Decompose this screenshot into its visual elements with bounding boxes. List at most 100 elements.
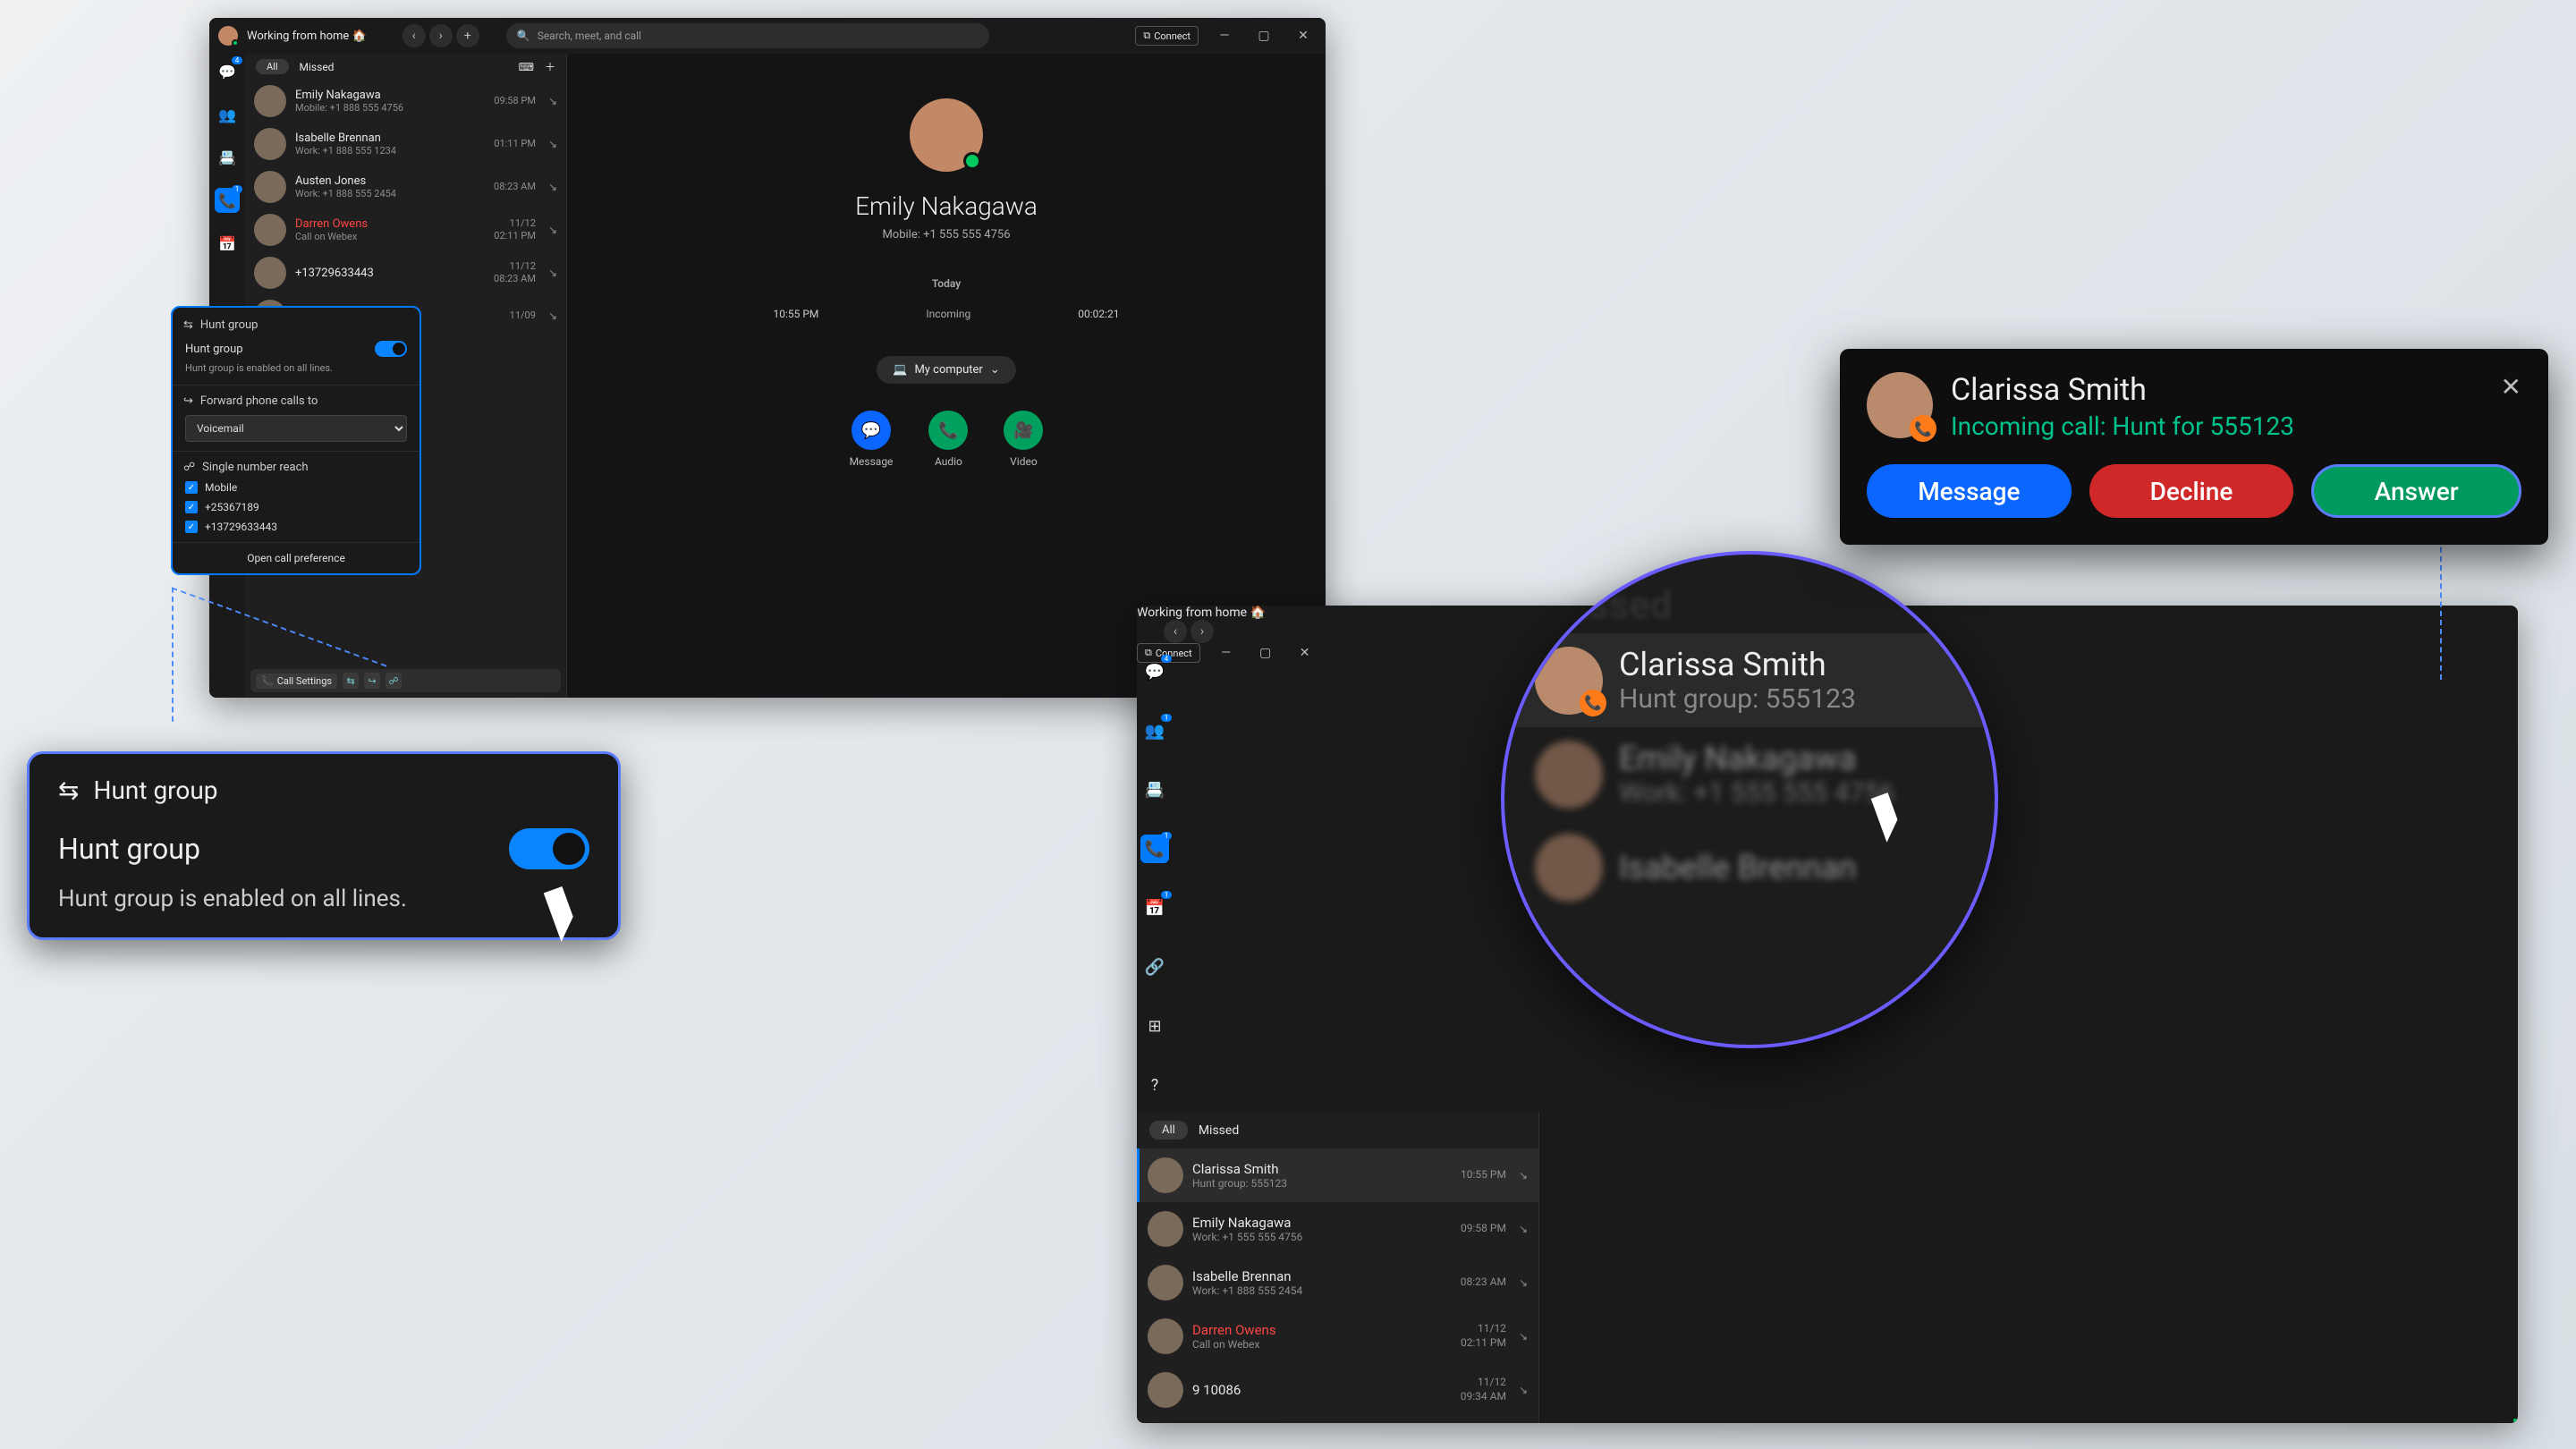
window-maximize[interactable]: ▢ [1250,29,1277,43]
call-row[interactable]: Isabelle Brennan Work: +1 888 555 2454 0… [1137,1256,1538,1309]
rail-calling[interactable]: 📞1 [1140,835,1169,863]
call-row[interactable]: Emily Nakagawa Work: +1 555 555 4756 09:… [1137,1202,1538,1256]
close-toast-button[interactable]: ✕ [2501,372,2521,402]
window-minimize[interactable]: — [1213,646,1240,660]
today-label: Today [932,277,961,290]
contact-name: Austen Jones [295,174,485,188]
call-row[interactable]: 9 10086 11/1209:34 AM ↘ [1137,1363,1538,1417]
rail-teams[interactable]: 👥1 [1140,716,1169,745]
nav-back[interactable]: ‹ [402,24,426,47]
self-avatar[interactable] [218,26,238,46]
toast-decline-button[interactable]: Decline [2089,464,2294,518]
presence-dot [2512,1417,2518,1423]
call-time: 01:11 PM [494,138,536,150]
call-direction-icon: ↘ [1519,1169,1528,1182]
tab-all[interactable]: All [1149,1121,1188,1140]
rail-calling[interactable]: 📞1 [215,188,240,213]
missed-label: Missed [1504,555,1995,633]
new-call-icon[interactable]: ＋ [545,59,555,74]
call-direction-icon: ↘ [1519,1276,1528,1289]
audio-device-selector[interactable]: 💻 My computer ⌄ [877,356,1015,384]
snr-icon: ☍ [183,461,195,474]
contact-sub: Work: +1 555 555 4756 [1192,1231,1452,1243]
contact-avatar [1148,1265,1183,1301]
contact-name: Emily Nakagawa [1192,1215,1452,1231]
snr-checkbox-1[interactable]: ✓+25367189 [173,497,419,517]
contact-avatar [1535,834,1603,902]
rail-contacts[interactable]: 📇 [215,145,240,170]
status-text[interactable]: Working from home 🏠 [247,30,367,43]
call-row[interactable]: Isabelle Brennan Work: +1 888 555 1234 0… [245,123,566,165]
tab-missed[interactable]: Missed [300,61,335,73]
video-call-button[interactable]: 🎥 [1004,411,1043,450]
call-time: 09:58 PM [494,95,536,107]
connect-button[interactable]: ⧉Connect [1135,26,1199,46]
status-text[interactable]: Working from home 🏠 [1137,606,1266,620]
huntgroup-label: Hunt group [185,343,243,356]
call-row[interactable]: Kristin Stone Mobile: +1 888 555 7864 11… [1137,1417,1538,1423]
search-placeholder: Search, meet, and call [538,30,641,42]
call-direction-icon: ↘ [548,138,557,150]
contact-name: Isabelle Brennan [295,131,485,145]
huntgroup-label: Hunt group [58,832,200,866]
message-button[interactable]: 💬 [852,411,891,450]
call-row[interactable]: Darren Owens Call on Webex 11/1202:11 PM… [245,208,566,251]
call-row[interactable]: Darren Owens Call on Webex 11/1202:11 PM… [1137,1309,1538,1363]
snr-status-icon[interactable]: ☍ [386,673,402,689]
call-row[interactable]: Clarissa Smith Hunt group: 555123 10:55 … [1137,1148,1538,1202]
contact-name: Clarissa Smith [1192,1161,1452,1177]
rail-help[interactable]: ? [1140,1071,1169,1099]
call-row[interactable]: Emily Nakagawa Mobile: +1 888 555 4756 0… [245,80,566,123]
contact-avatar [254,128,286,160]
snr-checkbox-mobile[interactable]: ✓Mobile [173,478,419,497]
tab-all[interactable]: All [256,59,289,74]
rail-chat[interactable]: 💬4 [1140,657,1169,686]
call-row[interactable]: Austen Jones Work: +1 888 555 2454 08:23… [245,165,566,208]
contact-name: Darren Owens [1192,1322,1452,1338]
contact-name: Isabelle Brennan [1192,1268,1452,1284]
contact-avatar [254,85,286,117]
nav-back[interactable]: ‹ [1164,620,1187,643]
keypad-icon[interactable]: ⌨ [519,61,534,73]
rail-meetings[interactable]: 📅1 [1140,894,1169,922]
call-time: 08:23 AM [494,181,536,193]
phone-badge-icon: 📞 [1580,690,1606,716]
rail-teams[interactable]: 👥 [215,102,240,127]
nav-forward[interactable]: › [1191,620,1214,643]
nav-add[interactable]: + [456,24,479,47]
lens-focus-row: 📞 Clarissa Smith Hunt group: 555123 [1504,633,1995,727]
open-call-preference[interactable]: Open call preference [173,542,419,573]
call-direction-icon: ↘ [1519,1330,1528,1343]
window-close[interactable]: ✕ [1290,29,1317,43]
snr-checkbox-2[interactable]: ✓+13729633443 [173,517,419,537]
titlebar: Working from home 🏠 ‹ › + 🔍 Search, meet… [209,18,1326,54]
call-row[interactable]: +13729633443 11/1208:23 AM ↘ [245,251,566,294]
nav-forward[interactable]: › [429,24,453,47]
rail-meetings[interactable]: 📅 [215,231,240,256]
forward-select[interactable]: Voicemail [185,415,407,442]
cursor-icon [552,888,591,936]
toast-message-button[interactable]: Message [1867,464,2072,518]
window-close[interactable]: ✕ [1292,646,1318,660]
audio-call-button[interactable]: 📞 [928,411,968,450]
window-minimize[interactable]: — [1211,29,1238,43]
rail-chat[interactable]: 💬4 [215,59,240,84]
rail-contacts[interactable]: 📇 [1140,775,1169,804]
caller-avatar: 📞 [1867,372,1933,438]
contact-name: 9 10086 [1192,1382,1452,1398]
call-time: 10:55 PM [1461,1168,1506,1182]
contact-sub: Mobile: +1 888 555 4756 [295,102,485,114]
huntgroup-toggle[interactable] [509,828,589,869]
contact-name: Darren Owens [295,217,485,231]
contact-sub: Work: +1 888 555 2454 [295,188,485,199]
chevron-down-icon: ⌄ [990,363,1000,377]
huntgroup-toggle[interactable] [375,341,407,357]
window-maximize[interactable]: ▢ [1252,646,1279,660]
rail-voicemail[interactable]: 🔗 [1140,953,1169,981]
rail-apps[interactable]: ⊞ [1140,1012,1169,1040]
toast-answer-button[interactable]: Answer [2311,464,2521,518]
tab-missed[interactable]: Missed [1199,1123,1239,1138]
search-input[interactable]: 🔍 Search, meet, and call [506,23,989,48]
caller-name: Clarissa Smith [1951,372,2294,408]
recent-call-row: 10:55 PM Incoming 00:02:21 [773,308,1119,320]
